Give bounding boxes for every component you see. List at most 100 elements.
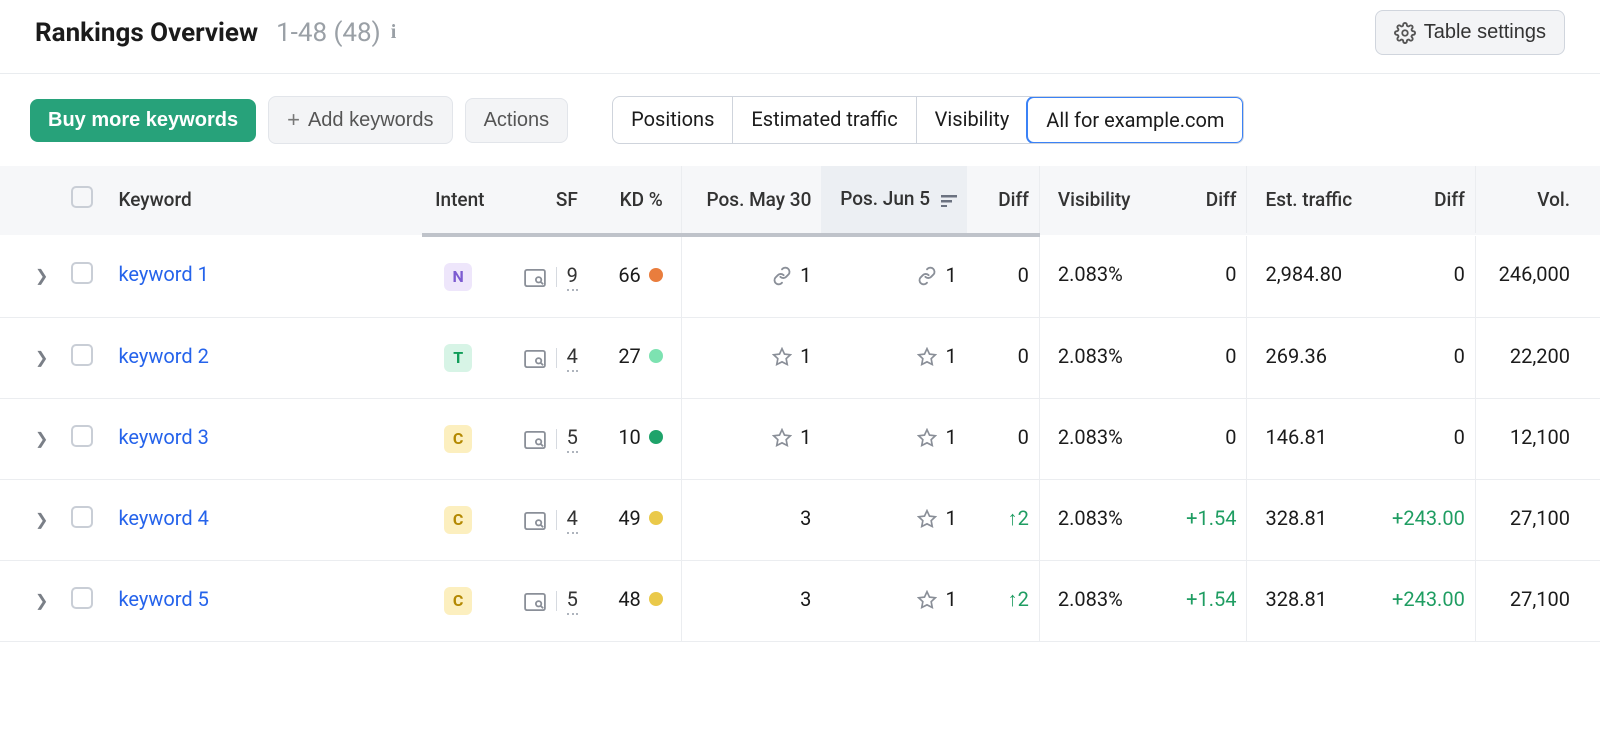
table-row: ❯ keyword 2 T 4 27 1 1 <box>0 317 1600 398</box>
row-checkbox[interactable] <box>71 344 93 366</box>
col-est-traffic[interactable]: Est. traffic <box>1247 166 1372 235</box>
link-icon <box>917 263 937 287</box>
expand-row-icon[interactable]: ❯ <box>35 266 48 285</box>
expand-row-icon[interactable]: ❯ <box>35 591 48 610</box>
link-icon <box>772 263 792 287</box>
table-settings-button[interactable]: Table settings <box>1375 10 1565 55</box>
visibility-value: 2.083% <box>1039 398 1164 479</box>
pos-curr-value: 1 <box>945 344 956 368</box>
info-icon[interactable]: i <box>391 21 397 44</box>
star-icon <box>917 425 937 449</box>
table-row: ❯ keyword 4 C 4 49 3 1 <box>0 479 1600 560</box>
sf-count: 5 <box>567 425 578 453</box>
keyword-link[interactable]: keyword 2 <box>118 344 208 368</box>
pos-curr-value: 1 <box>945 587 956 611</box>
star-icon <box>917 344 937 368</box>
visibility-value: 2.083% <box>1039 317 1164 398</box>
col-visibility[interactable]: Visibility <box>1039 166 1164 235</box>
tab-estimated-traffic[interactable]: Estimated traffic <box>732 97 915 143</box>
row-checkbox[interactable] <box>71 506 93 528</box>
intent-badge: C <box>444 425 472 453</box>
star-icon <box>772 425 792 449</box>
visibility-diff-value: +1.54 <box>1164 479 1247 560</box>
pos-diff-value: 0 <box>967 235 1040 318</box>
pos-curr-value: 1 <box>945 263 956 287</box>
col-intent[interactable]: Intent <box>422 166 495 235</box>
expand-row-icon[interactable]: ❯ <box>35 429 48 448</box>
pos-prev-value: 1 <box>800 425 811 449</box>
tab-visibility[interactable]: Visibility <box>916 97 1028 143</box>
est-traffic-diff-value: +243.00 <box>1372 479 1476 560</box>
col-sf[interactable]: SF <box>494 166 587 235</box>
select-all-checkbox[interactable] <box>71 186 93 208</box>
pos-prev-value: 1 <box>800 263 811 287</box>
star-icon <box>917 506 937 530</box>
serp-features-icon[interactable] <box>524 589 546 613</box>
kd-dot-icon <box>649 349 663 363</box>
volume-value: 27,100 <box>1475 479 1600 560</box>
est-traffic-value: 328.81 <box>1247 560 1372 641</box>
expand-row-icon[interactable]: ❯ <box>35 348 48 367</box>
est-traffic-diff-value: +243.00 <box>1372 560 1476 641</box>
est-traffic-value: 328.81 <box>1247 479 1372 560</box>
kd-dot-icon <box>649 511 663 525</box>
pos-diff-value: 0 <box>967 398 1040 479</box>
col-diff-visibility[interactable]: Diff <box>1164 166 1247 235</box>
row-checkbox[interactable] <box>71 262 93 284</box>
serp-features-icon[interactable] <box>524 265 546 289</box>
serp-features-icon[interactable] <box>524 346 546 370</box>
gear-icon <box>1394 22 1416 44</box>
pos-prev-value: 1 <box>800 344 811 368</box>
col-keyword[interactable]: Keyword <box>110 166 421 235</box>
col-diff-pos[interactable]: Diff <box>967 166 1040 235</box>
col-volume[interactable]: Vol. <box>1475 166 1600 235</box>
pos-curr-value: 1 <box>945 506 956 530</box>
keyword-link[interactable]: keyword 5 <box>118 587 208 611</box>
table-row: ❯ keyword 3 C 5 10 1 1 <box>0 398 1600 479</box>
serp-features-icon[interactable] <box>524 427 546 451</box>
col-pos-prev[interactable]: Pos. May 30 <box>681 166 821 235</box>
est-traffic-value: 2,984.80 <box>1247 235 1372 318</box>
visibility-value: 2.083% <box>1039 235 1164 318</box>
volume-value: 12,100 <box>1475 398 1600 479</box>
keyword-link[interactable]: keyword 1 <box>118 262 208 286</box>
star-icon <box>772 344 792 368</box>
col-pos-curr-label: Pos. Jun 5 <box>840 187 930 210</box>
page-title: Rankings Overview <box>35 18 258 48</box>
visibility-diff-value: +1.54 <box>1164 560 1247 641</box>
visibility-value: 2.083% <box>1039 560 1164 641</box>
kd-value: 48 <box>618 587 640 611</box>
buy-keywords-button[interactable]: Buy more keywords <box>30 99 256 142</box>
plus-icon: + <box>287 107 300 133</box>
sf-count: 4 <box>567 506 578 534</box>
pos-diff-value: ↑2 <box>967 560 1040 641</box>
add-keywords-button[interactable]: + Add keywords <box>268 96 452 144</box>
pos-diff-value: 0 <box>967 317 1040 398</box>
tab-positions[interactable]: Positions <box>613 97 732 143</box>
keyword-link[interactable]: keyword 4 <box>118 506 208 530</box>
col-pos-curr[interactable]: Pos. Jun 5 <box>821 166 966 235</box>
col-diff-est[interactable]: Diff <box>1372 166 1476 235</box>
col-kd[interactable]: KD % <box>588 166 681 235</box>
expand-row-icon[interactable]: ❯ <box>35 510 48 529</box>
kd-dot-icon <box>649 430 663 444</box>
intent-badge: C <box>444 587 472 615</box>
row-checkbox[interactable] <box>71 425 93 447</box>
pos-diff-value: ↑2 <box>967 479 1040 560</box>
volume-value: 27,100 <box>1475 560 1600 641</box>
row-checkbox[interactable] <box>71 587 93 609</box>
sf-count: 4 <box>567 344 578 372</box>
actions-button[interactable]: Actions <box>465 98 569 143</box>
rankings-table: Keyword Intent SF KD % Pos. May 30 Pos. … <box>0 166 1600 642</box>
table-row: ❯ keyword 1 N 9 66 1 1 <box>0 235 1600 318</box>
est-traffic-diff-value: 0 <box>1372 235 1476 318</box>
visibility-diff-value: 0 <box>1164 235 1247 318</box>
volume-value: 246,000 <box>1475 235 1600 318</box>
keyword-link[interactable]: keyword 3 <box>118 425 208 449</box>
tab-all-for-example-com[interactable]: All for example.com <box>1026 96 1244 144</box>
serp-features-icon[interactable] <box>524 508 546 532</box>
sort-desc-icon <box>941 188 957 211</box>
intent-badge: C <box>444 506 472 534</box>
visibility-diff-value: 0 <box>1164 317 1247 398</box>
buy-keywords-label: Buy more keywords <box>48 109 238 132</box>
